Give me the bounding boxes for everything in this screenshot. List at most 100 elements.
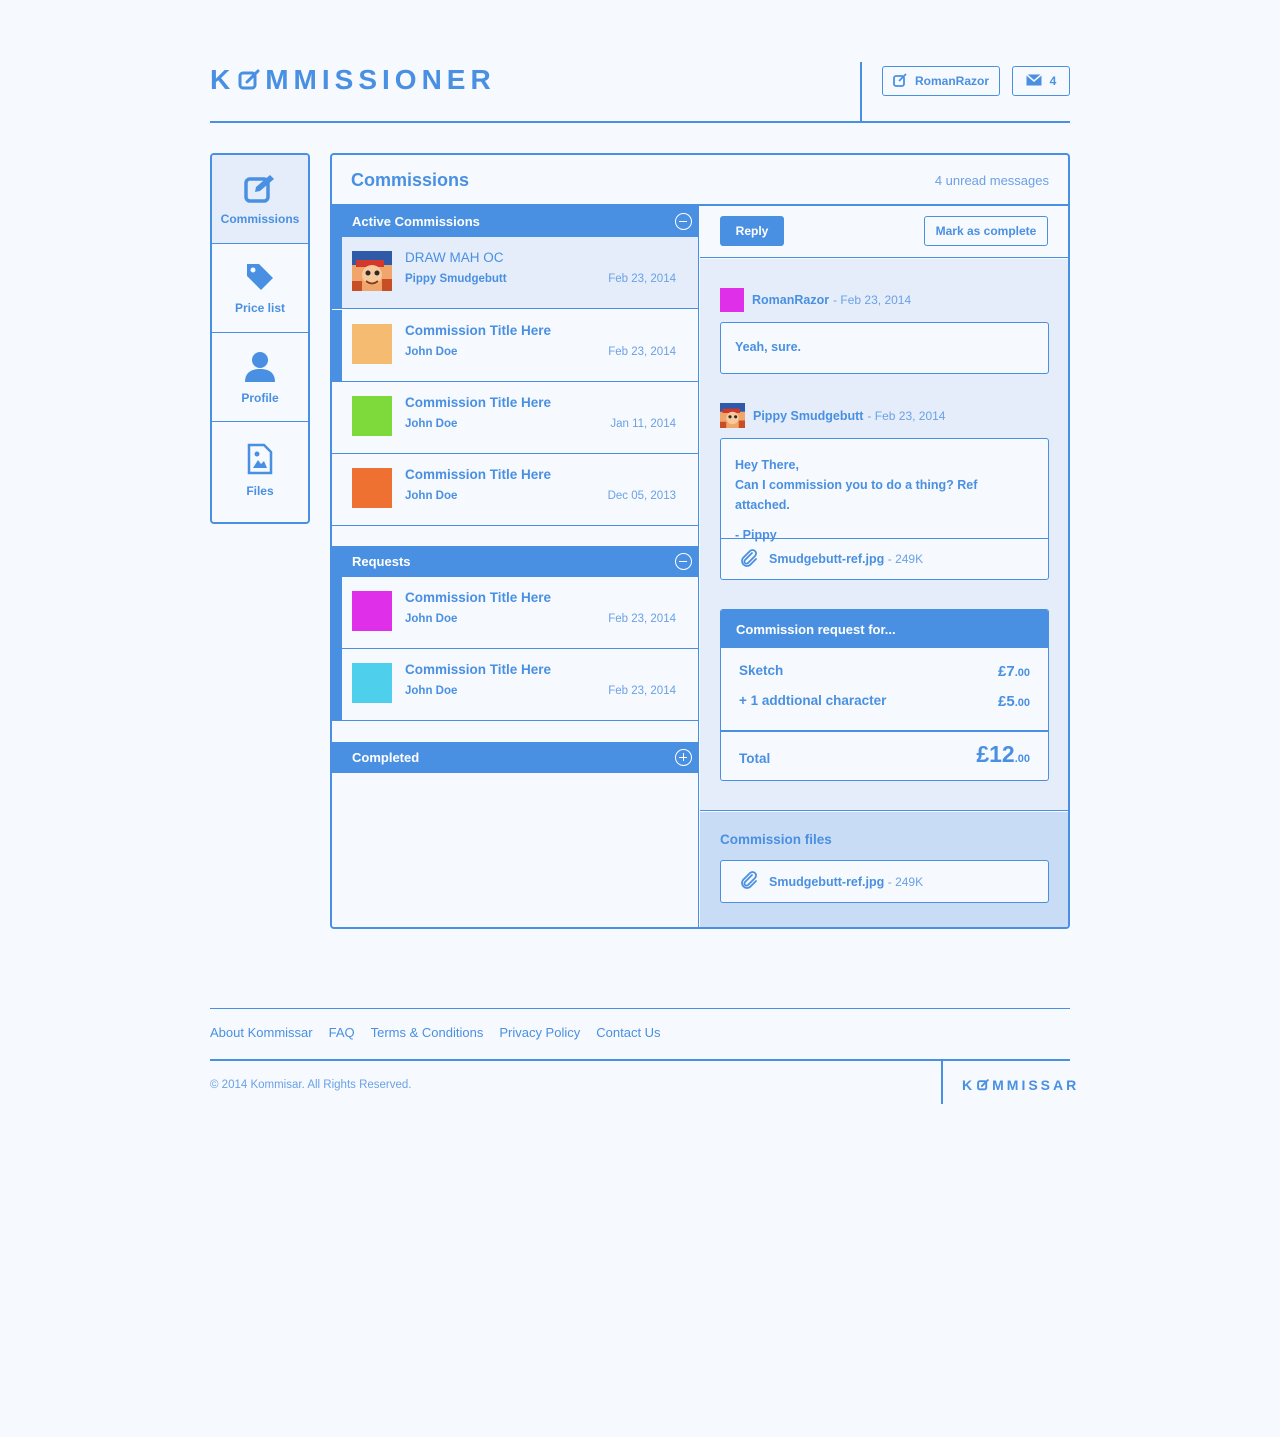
- commission-thumbnail: [352, 468, 392, 508]
- conversation-pane: Reply Mark as complete RomanRazor - Feb …: [700, 206, 1068, 927]
- total-divider: [721, 730, 1048, 732]
- footer-link-contact[interactable]: Contact Us: [596, 1025, 660, 1040]
- commission-title: Commission Title Here: [405, 395, 552, 410]
- message-author[interactable]: Pippy Smudgebutt: [753, 409, 863, 423]
- attachment-size: - 249K: [887, 552, 924, 566]
- sidebar-item-profile[interactable]: Profile: [212, 333, 308, 422]
- request-card-title: Commission request for...: [721, 610, 1048, 648]
- commission-title: Commission Title Here: [405, 590, 552, 605]
- message-date: - Feb 23, 2014: [833, 293, 912, 307]
- unread-count[interactable]: 4 unread messages: [935, 173, 1049, 188]
- attachment-name: Smudgebutt-ref.jpg: [769, 552, 885, 566]
- files-title: Commission files: [720, 832, 832, 847]
- commissions-panel: Commissions 4 unread messages Active Com…: [330, 153, 1070, 929]
- image-file-icon: [247, 443, 273, 478]
- file-attachment[interactable]: Smudgebutt-ref.jpg - 249K: [720, 860, 1049, 903]
- panel-title: Commissions: [351, 170, 470, 190]
- edit-icon: [893, 72, 907, 90]
- commission-row[interactable]: DRAW MAH OC Pippy Smudgebutt Feb 23, 201…: [332, 237, 698, 309]
- section-label: Requests: [352, 554, 411, 569]
- section-completed[interactable]: Completed: [332, 742, 699, 773]
- section-active-commissions[interactable]: Active Commissions: [332, 206, 699, 237]
- sidebar-item-files[interactable]: Files: [212, 422, 308, 518]
- commission-date: Feb 23, 2014: [608, 685, 676, 697]
- mark-complete-button[interactable]: Mark as complete: [924, 216, 1048, 246]
- commission-thumbnail: [352, 591, 392, 631]
- footer-logo[interactable]: K MMISSAR: [962, 1077, 1079, 1093]
- mail-count: 4: [1049, 74, 1057, 88]
- line-item-pence: .00: [1014, 697, 1030, 709]
- commission-files: Commission files Smudgebutt-ref.jpg - 24…: [700, 812, 1068, 927]
- sidebar-item-label: Files: [246, 483, 274, 498]
- footer-divider: [210, 1008, 1070, 1009]
- commission-date: Jan 11, 2014: [610, 418, 676, 430]
- sidebar-item-label: Commissions: [220, 211, 300, 226]
- row-indicator: [332, 310, 342, 381]
- sidebar-item-label: Profile: [241, 390, 279, 405]
- avatar: [720, 403, 745, 428]
- logo-text-start: K: [210, 64, 236, 95]
- footer-link-privacy[interactable]: Privacy Policy: [499, 1025, 580, 1040]
- commission-row[interactable]: Commission Title Here John Doe Jan 11, 2…: [332, 382, 698, 454]
- total-price: £12: [976, 741, 1015, 767]
- app-logo[interactable]: K MMISSIONER: [210, 64, 496, 96]
- request-line-item: + 1 addtional character £5.00: [739, 693, 1030, 710]
- message-attachment[interactable]: Smudgebutt-ref.jpg - 249K: [721, 538, 1048, 579]
- logo-edit-icon: [977, 1079, 990, 1091]
- mail-icon: [1025, 73, 1042, 89]
- commission-thumbnail: [352, 396, 392, 436]
- commission-thumbnail: [352, 324, 392, 364]
- client-name: John Doe: [405, 685, 458, 697]
- message-author[interactable]: RomanRazor: [752, 293, 829, 307]
- avatar: [720, 288, 744, 312]
- commission-title: Commission Title Here: [405, 662, 552, 677]
- sidebar-item-price-list[interactable]: Price list: [212, 244, 308, 333]
- line-item-price: £5: [998, 693, 1015, 710]
- logo-edit-icon: [238, 69, 262, 91]
- section-requests[interactable]: Requests: [332, 546, 699, 577]
- message-thread: RomanRazor - Feb 23, 2014 Yeah, sure. Pi…: [700, 259, 1068, 811]
- collapse-icon[interactable]: [675, 213, 692, 230]
- message-text: Yeah, sure.: [735, 340, 802, 354]
- client-name: John Doe: [405, 346, 458, 358]
- row-indicator: [332, 649, 342, 720]
- user-icon: [244, 350, 276, 385]
- message-text: Hey There,: [735, 458, 799, 472]
- collapse-icon[interactable]: [675, 553, 692, 570]
- header-divider-vertical: [860, 62, 862, 122]
- logo-text-start: K: [962, 1077, 976, 1093]
- footer-links: About Kommissar FAQ Terms & Conditions P…: [210, 1025, 661, 1040]
- row-indicator: [332, 577, 342, 648]
- request-row[interactable]: Commission Title Here John Doe Feb 23, 2…: [332, 577, 698, 649]
- line-item-label: + 1 addtional character: [739, 693, 887, 708]
- request-total: Total £12.00: [739, 738, 1030, 768]
- commission-title: Commission Title Here: [405, 467, 552, 482]
- reply-button[interactable]: Reply: [720, 216, 784, 246]
- copyright-text: © 2014 Kommisar. All Rights Reserved.: [210, 1079, 412, 1091]
- commission-thumbnail: [352, 663, 392, 703]
- line-item-price: £7: [998, 663, 1015, 680]
- request-line-item: Sketch £7.00: [739, 663, 1030, 680]
- footer-link-about[interactable]: About Kommissar: [210, 1025, 313, 1040]
- avatar: [352, 251, 392, 291]
- message-text: Can I commission you to do a thing? Ref …: [735, 478, 978, 512]
- conversation-toolbar: Reply Mark as complete: [700, 206, 1068, 258]
- commission-request-card: Commission request for... Sketch £7.00 +…: [720, 609, 1049, 781]
- footer-link-faq[interactable]: FAQ: [329, 1025, 355, 1040]
- commission-title: DRAW MAH OC: [405, 250, 504, 265]
- messages-button[interactable]: 4: [1012, 66, 1070, 96]
- line-item-pence: .00: [1014, 667, 1030, 679]
- commission-list: Active Commissions DRAW MAH OC Pippy Smu…: [332, 206, 699, 927]
- request-row[interactable]: Commission Title Here John Doe Feb 23, 2…: [332, 649, 698, 721]
- commission-date: Feb 23, 2014: [608, 273, 676, 285]
- edit-icon: [244, 173, 276, 206]
- user-account-button[interactable]: RomanRazor: [882, 66, 1000, 96]
- total-pence: .00: [1014, 753, 1030, 765]
- paperclip-icon: [739, 870, 759, 893]
- sidebar-item-commissions[interactable]: Commissions: [212, 155, 308, 244]
- footer-link-terms[interactable]: Terms & Conditions: [371, 1025, 484, 1040]
- message-header: RomanRazor - Feb 23, 2014: [720, 288, 911, 312]
- expand-icon[interactable]: [675, 749, 692, 766]
- commission-row[interactable]: Commission Title Here John Doe Feb 23, 2…: [332, 310, 698, 382]
- commission-row[interactable]: Commission Title Here John Doe Dec 05, 2…: [332, 454, 698, 526]
